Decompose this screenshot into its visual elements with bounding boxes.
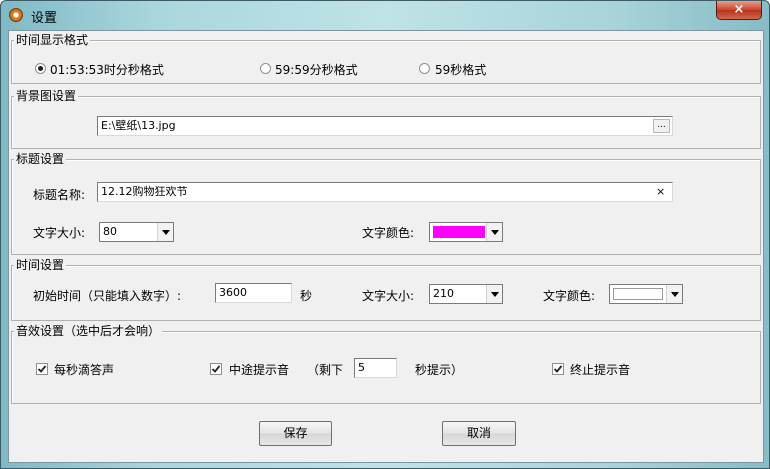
midway-sound-checkbox[interactable]	[210, 363, 222, 375]
tick-sound-checkbox[interactable]	[36, 363, 48, 375]
initial-time-input[interactable]: 3600	[215, 283, 292, 303]
format-s-radio[interactable]	[419, 63, 430, 74]
title-name-label: 标题名称:	[33, 188, 86, 202]
time-font-size-select[interactable]: 210	[429, 284, 503, 304]
settings-window: 设置 × 时间显示格式 01:53:53时分秒格式 59:59分秒格式 59秒格…	[0, 0, 770, 469]
background-path-text: E:\壁纸\13.jpg	[101, 119, 176, 132]
remaining-prefix-label: （剩下	[307, 363, 344, 377]
end-sound-label[interactable]: 终止提示音	[570, 361, 630, 378]
clear-icon[interactable]: ×	[656, 183, 665, 201]
time-color-swatch	[613, 288, 663, 300]
title-color-label: 文字颜色:	[362, 226, 415, 240]
time-format-legend: 时间显示格式	[14, 33, 91, 47]
time-color-label: 文字颜色:	[543, 289, 596, 303]
remaining-seconds-value: 5	[358, 361, 365, 374]
checkmark-icon	[553, 365, 563, 373]
remaining-seconds-input[interactable]: 5	[354, 358, 397, 378]
end-sound-checkbox[interactable]	[552, 363, 564, 375]
close-button[interactable]: ×	[716, 1, 762, 20]
remaining-suffix-label: 秒提示）	[415, 363, 464, 377]
dialog-body: 时间显示格式 01:53:53时分秒格式 59:59分秒格式 59秒格式 背景图…	[8, 30, 764, 463]
background-legend: 背景图设置	[14, 89, 79, 103]
title-settings-legend: 标题设置	[14, 152, 67, 166]
cancel-button[interactable]: 取消	[442, 421, 516, 446]
title-color-select[interactable]	[429, 222, 503, 242]
chevron-down-icon[interactable]	[157, 223, 173, 241]
format-ms-label[interactable]: 59:59分秒格式	[275, 61, 358, 78]
chevron-down-icon[interactable]	[486, 223, 502, 241]
format-hms-label[interactable]: 01:53:53时分秒格式	[50, 61, 164, 78]
chevron-down-icon[interactable]	[666, 285, 682, 303]
seconds-unit-label: 秒	[300, 289, 313, 303]
title-font-size-select[interactable]: 80	[99, 222, 174, 242]
time-color-select[interactable]	[609, 284, 683, 304]
checkmark-icon	[211, 365, 221, 373]
save-button[interactable]: 保存	[259, 421, 332, 446]
format-ms-radio[interactable]	[260, 63, 271, 74]
app-icon	[9, 8, 23, 22]
title-font-size-label: 文字大小:	[33, 226, 86, 240]
format-hms-radio[interactable]	[35, 63, 46, 74]
time-font-size-value: 210	[433, 287, 454, 300]
time-font-size-label: 文字大小:	[362, 289, 415, 303]
time-settings-legend: 时间设置	[14, 258, 67, 272]
midway-sound-label[interactable]: 中途提示音	[229, 361, 289, 378]
title-name-input[interactable]: 12.12购物狂欢节 ×	[97, 182, 673, 202]
tick-sound-label[interactable]: 每秒滴答声	[54, 361, 114, 378]
title-color-swatch	[433, 226, 485, 238]
chevron-down-icon[interactable]	[486, 285, 502, 303]
close-icon: ×	[733, 2, 745, 17]
browse-button[interactable]: ...	[653, 119, 670, 133]
background-path-field[interactable]: E:\壁纸\13.jpg ...	[97, 116, 673, 136]
initial-time-value: 3600	[219, 286, 247, 299]
title-font-size-value: 80	[103, 225, 117, 238]
title-bar[interactable]: 设置 ×	[1, 1, 769, 31]
window-title: 设置	[31, 11, 58, 26]
title-name-text: 12.12购物狂欢节	[101, 185, 188, 198]
checkmark-icon	[37, 365, 47, 373]
initial-time-label: 初始时间（只能填入数字）:	[33, 289, 182, 303]
format-s-label[interactable]: 59秒格式	[435, 61, 486, 78]
sound-settings-legend: 音效设置（选中后才会响）	[14, 324, 163, 338]
